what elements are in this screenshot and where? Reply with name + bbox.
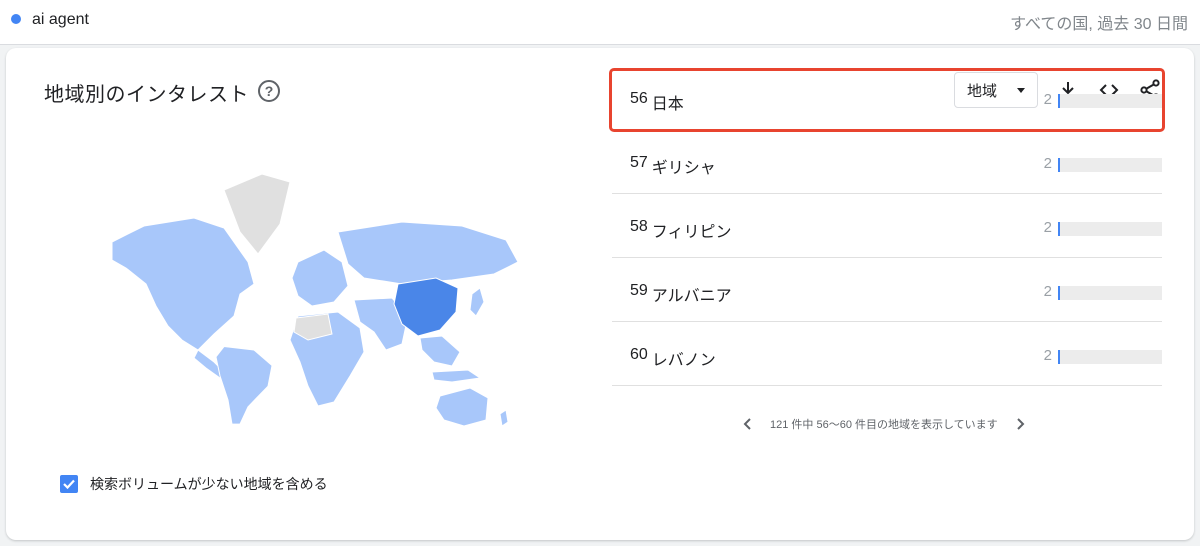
region-name: ギリシャ [651,160,716,177]
region-value: 2 [1043,219,1052,236]
search-term-bar: ai agent すべての国, 過去 30 日間 [0,0,1200,45]
region-value: 2 [1043,347,1052,364]
region-rank: 56 [630,90,648,107]
region-rank: 58 [630,218,648,235]
region-bar [1058,286,1162,300]
pager-text: 121 件中 56〜60 件目の地域を表示しています [770,419,998,431]
term-color-dot [11,14,21,24]
region-name: アルバニア [651,288,732,305]
search-term-label: ai agent [32,11,89,28]
include-low-volume-label: 検索ボリュームが少ない地域を含める [90,476,328,492]
region-name: フィリピン [651,224,732,241]
region-bar [1058,350,1162,364]
include-low-volume-checkbox[interactable] [60,475,78,493]
search-scope-label: すべての国, 過去 30 日間 [1010,16,1188,33]
region-rank: 59 [630,282,648,299]
region-row[interactable]: 59 アルバニア 2 [612,258,1162,322]
region-rank: 60 [630,346,648,363]
region-bar [1058,222,1162,236]
chevron-right-icon[interactable] [1012,416,1028,432]
chevron-left-icon[interactable] [740,416,756,432]
world-map[interactable] [102,166,522,426]
region-list: 56 日本 2 57 ギリシャ 2 58 フィリピン 2 59 アルバニア 2 … [612,66,1162,386]
map-region-australia [435,387,489,426]
region-name: 日本 [651,96,684,113]
region-name: レバノン [651,352,716,369]
map-region-indonesia [431,369,482,383]
region-row[interactable]: 56 日本 2 [612,66,1162,130]
map-region-southeast-asia [419,335,461,367]
map-region-new-zealand [499,409,509,426]
region-bar-fill [1058,94,1060,108]
region-bar-fill [1058,350,1060,364]
map-region-japan [469,287,485,317]
map-region-europe [291,249,349,307]
pager: 121 件中 56〜60 件目の地域を表示しています [740,416,1028,432]
region-value: 2 [1043,283,1052,300]
region-bar-fill [1058,222,1060,236]
include-low-volume-option[interactable]: 検索ボリュームが少ない地域を含める [60,474,328,494]
region-rank: 57 [630,154,648,171]
region-value: 2 [1043,155,1052,172]
region-row[interactable]: 58 フィリピン 2 [612,194,1162,258]
checkmark-icon [63,479,75,490]
map-region-south-america [215,346,273,425]
region-bar-fill [1058,286,1060,300]
region-bar [1058,94,1162,108]
region-row[interactable]: 60 レバノン 2 [612,322,1162,386]
region-bar-fill [1058,158,1060,172]
region-row[interactable]: 57 ギリシャ 2 [612,130,1162,194]
help-icon[interactable]: ? [258,80,280,102]
region-bar [1058,158,1162,172]
region-value: 2 [1043,91,1052,108]
map-region-north-america [111,217,255,351]
card-title: 地域別のインタレスト [44,84,249,106]
map-region-russia [337,221,519,285]
